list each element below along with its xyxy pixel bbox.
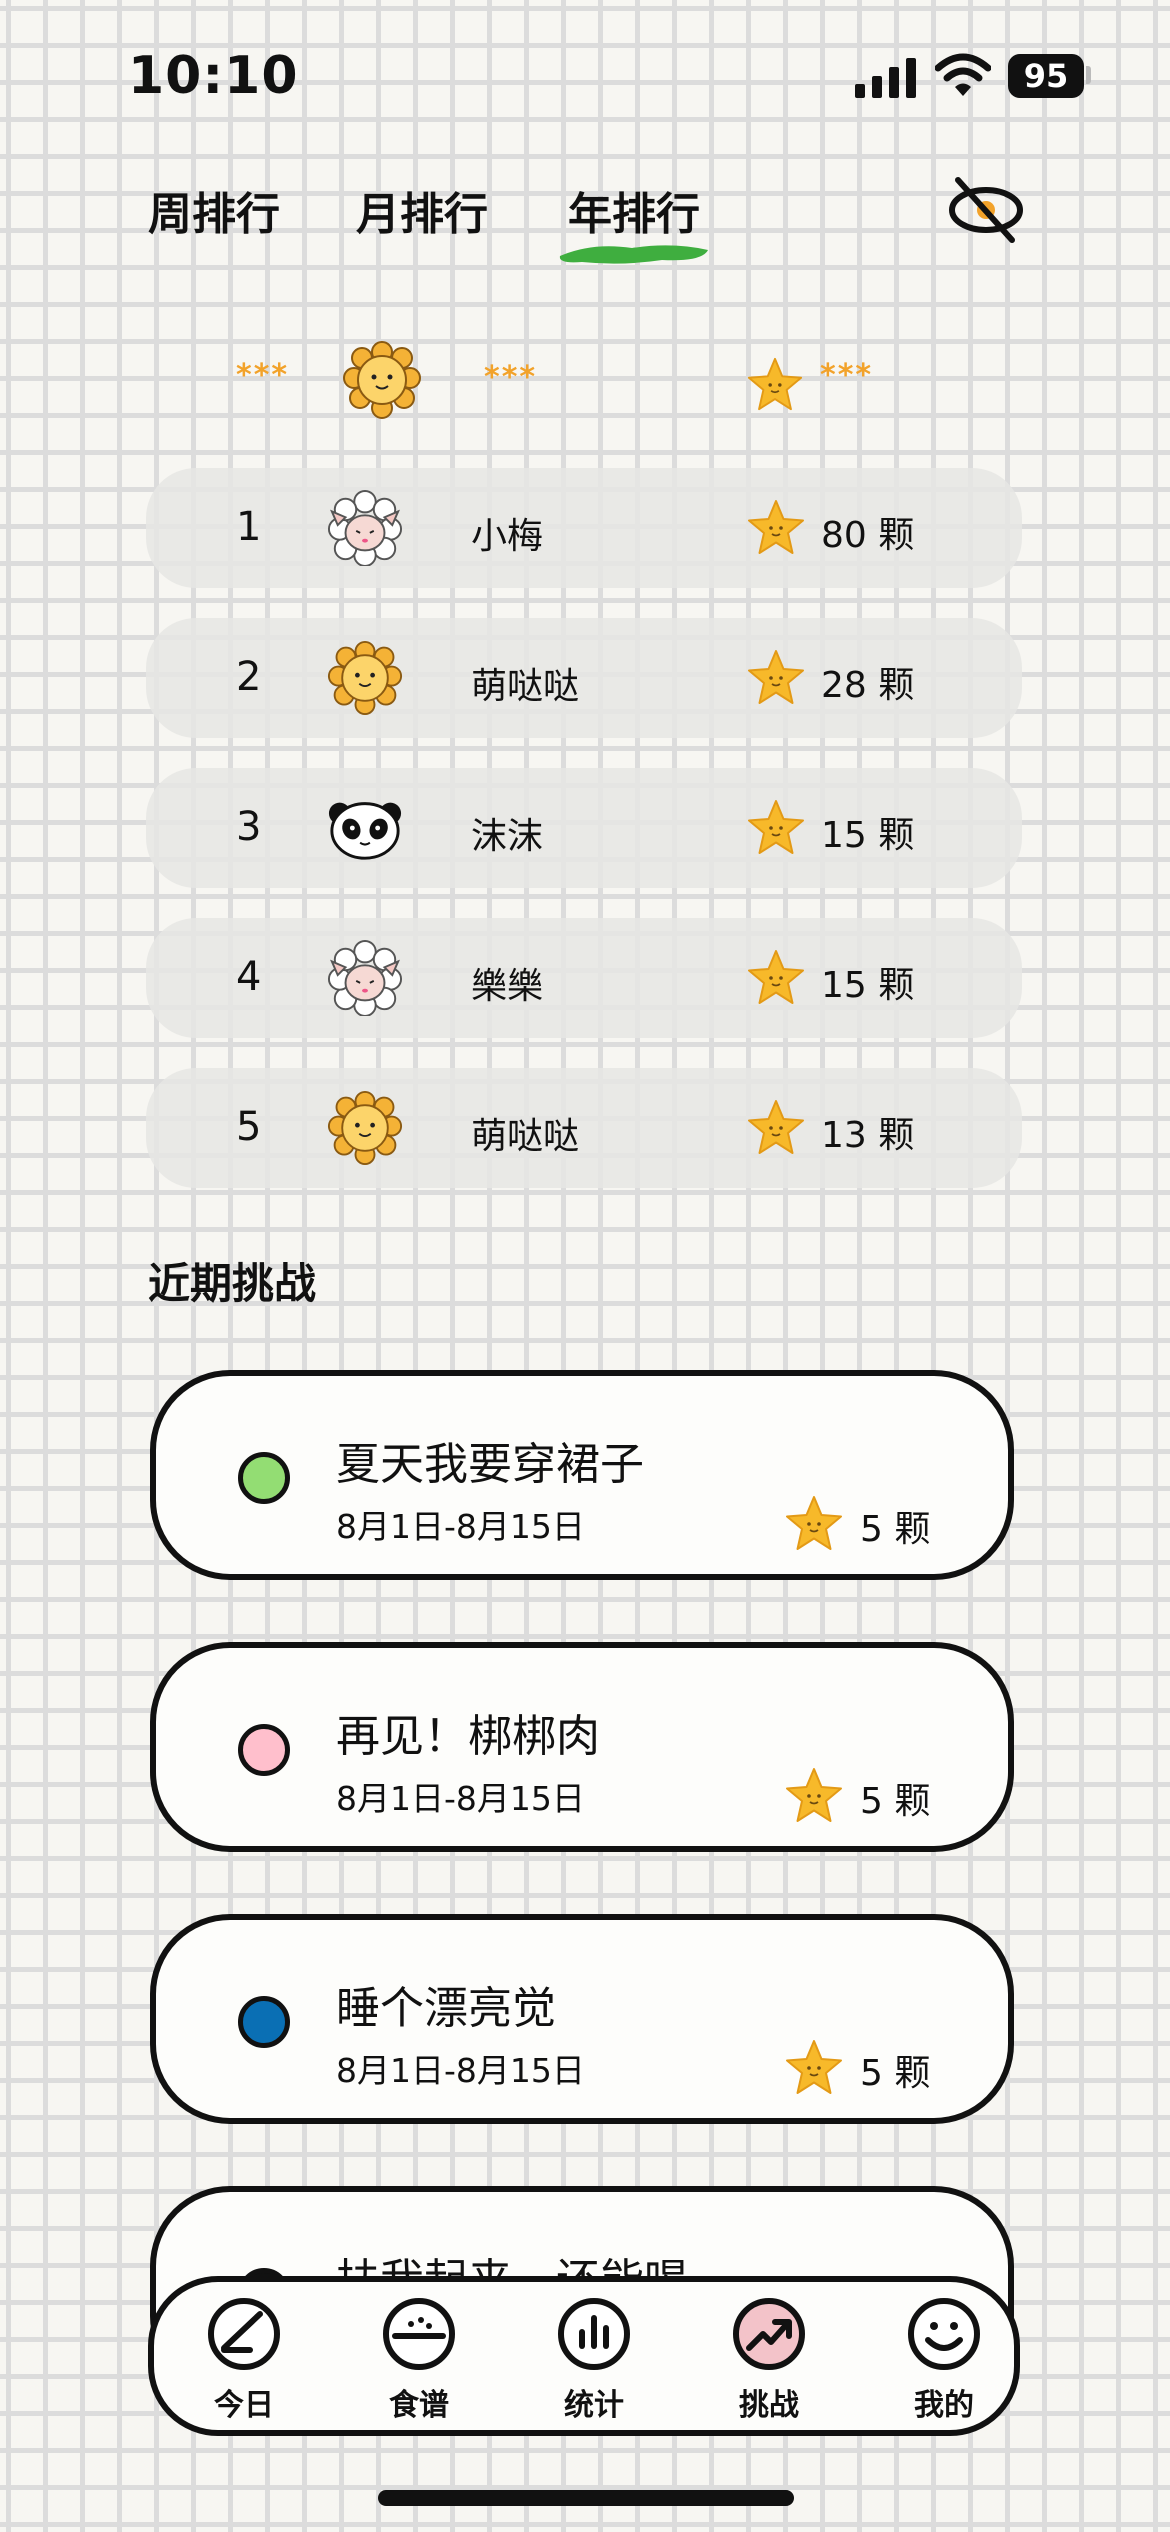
nav-label: 挑战 (739, 2388, 799, 2423)
rank-name: 小梅 (471, 516, 544, 557)
challenge-color-dot (238, 1996, 290, 2048)
challenge-title: 夏天我要穿裙子 (336, 1439, 644, 1490)
challenge-reward: 5 颗 (860, 2053, 931, 2094)
lion-avatar (343, 341, 421, 419)
nav-label: 统计 (564, 2388, 624, 2423)
rank-count: 15 颗 (821, 815, 915, 856)
rice-bowl-icon (383, 2298, 455, 2370)
star-icon (748, 800, 804, 854)
battery-tip (1086, 66, 1091, 84)
status-time: 10:10 (128, 46, 299, 106)
rank-name: 萌哒哒 (471, 666, 580, 707)
trend-arrow-icon (733, 2298, 805, 2370)
ranking-row[interactable]: 4 樂樂 15 颗 (146, 918, 1022, 1038)
rank-number: 5 (236, 1104, 262, 1150)
challenge-title: 再见！梆梆肉 (336, 1711, 600, 1762)
ranking-row[interactable]: 3 沫沫 15 颗 (146, 768, 1022, 888)
rank-number: 4 (236, 954, 262, 1000)
sheep-avatar (327, 940, 403, 1016)
rank-count: 15 颗 (821, 965, 915, 1006)
active-tab-underline (559, 245, 708, 264)
my-count-hidden: *** (820, 358, 874, 393)
star-icon (786, 2040, 842, 2094)
cellular-signal-icon (855, 58, 916, 98)
nav-label: 食谱 (389, 2388, 449, 2423)
challenge-date: 8月1日-8月15日 (336, 1507, 585, 1546)
eye-off-icon[interactable] (946, 172, 1026, 246)
nav-item-profile[interactable]: 我的 (884, 2296, 1004, 2426)
star-icon (748, 500, 804, 554)
rank-count: 80 颗 (821, 515, 915, 556)
challenge-card[interactable]: 再见！梆梆肉 8月1日-8月15日 5 颗 (150, 1642, 1014, 1852)
sheep-avatar (327, 490, 403, 566)
challenge-reward: 5 颗 (860, 1509, 931, 1550)
bottom-tab-bar: 今日 食谱 统计 挑战 我的 (148, 2276, 1020, 2436)
challenge-reward: 5 颗 (860, 1781, 931, 1822)
nav-label: 今日 (214, 2388, 274, 2423)
tab-monthly[interactable]: 月排行 (356, 178, 488, 242)
lion-avatar (327, 640, 403, 716)
section-title-recent-challenges: 近期挑战 (148, 1259, 317, 1308)
rank-count: 28 颗 (821, 665, 915, 706)
challenge-card[interactable]: 夏天我要穿裙子 8月1日-8月15日 5 颗 (150, 1370, 1014, 1580)
challenge-card[interactable]: 睡个漂亮觉 8月1日-8月15日 5 颗 (150, 1914, 1014, 2124)
my-name-hidden: *** (484, 360, 538, 395)
ranking-row[interactable]: 2 萌哒哒 28 颗 (146, 618, 1022, 738)
star-icon (748, 950, 804, 1004)
challenge-color-dot (238, 1724, 290, 1776)
star-icon (786, 1496, 842, 1550)
nav-item-stats[interactable]: 统计 (534, 2296, 654, 2426)
rank-name: 沫沫 (471, 816, 544, 857)
tab-yearly[interactable]: 年排行 (568, 178, 700, 242)
star-icon (786, 1768, 842, 1822)
lion-avatar (327, 1090, 403, 1166)
rank-name: 萌哒哒 (471, 1116, 580, 1157)
my-rank-hidden: *** (236, 358, 290, 393)
challenge-color-dot (238, 1452, 290, 1504)
ranking-row[interactable]: 1 小梅 80 颗 (146, 468, 1022, 588)
rank-number: 2 (236, 654, 262, 700)
star-icon (748, 1100, 804, 1154)
smile-icon (908, 2298, 980, 2370)
rank-count: 13 颗 (821, 1115, 915, 1156)
challenge-date: 8月1日-8月15日 (336, 2051, 585, 2090)
rank-name: 樂樂 (471, 966, 544, 1007)
tab-weekly[interactable]: 周排行 (148, 178, 280, 242)
home-indicator (378, 2490, 794, 2506)
challenge-date: 8月1日-8月15日 (336, 1779, 585, 1818)
battery-indicator: 95 (1008, 54, 1084, 98)
nav-label: 我的 (914, 2388, 974, 2423)
rank-number: 1 (236, 504, 262, 550)
wifi-icon (935, 53, 991, 96)
nav-item-today[interactable]: 今日 (184, 2296, 304, 2426)
bar-chart-icon (558, 2298, 630, 2370)
star-icon (747, 357, 803, 411)
nav-item-challenge[interactable]: 挑战 (709, 2296, 829, 2426)
pencil-circle-icon (208, 2298, 280, 2370)
challenge-title: 睡个漂亮觉 (336, 1983, 556, 2034)
rank-number: 3 (236, 804, 262, 850)
ranking-row[interactable]: 5 萌哒哒 13 颗 (146, 1068, 1022, 1188)
nav-item-recipes[interactable]: 食谱 (359, 2296, 479, 2426)
panda-avatar (328, 802, 402, 860)
star-icon (748, 650, 804, 704)
